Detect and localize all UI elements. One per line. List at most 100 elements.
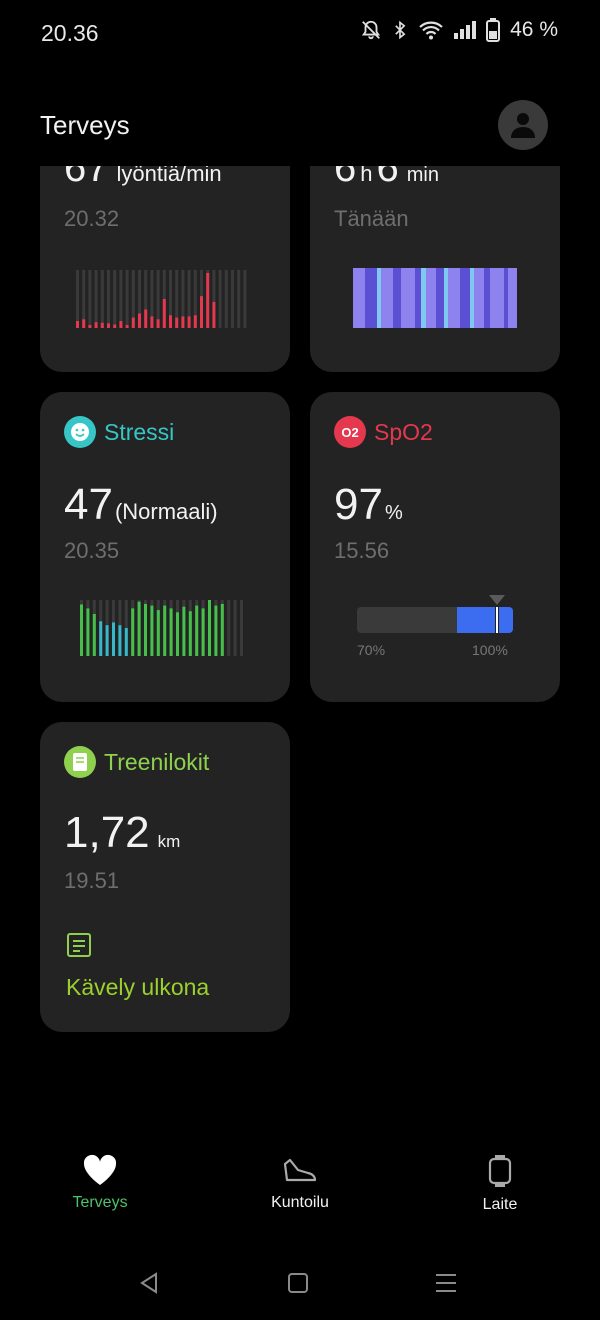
stress-bar-track	[227, 600, 231, 656]
avatar[interactable]	[498, 100, 548, 150]
cards-scroll-area[interactable]: 67 lyöntiä/min 20.32 6 h 6 min Tänään St…	[0, 166, 600, 1134]
heart-rate-bar	[138, 313, 141, 328]
stress-bar	[201, 608, 205, 656]
stress-title: Stressi	[104, 418, 175, 445]
stress-bar	[182, 606, 186, 656]
wifi-icon	[419, 21, 443, 40]
heart-icon	[83, 1154, 117, 1185]
heart-rate-bar	[131, 317, 135, 328]
workout-distance-unit: km	[157, 832, 181, 851]
stress-card[interactable]: Stressi 47 (Normaali) 20.35	[40, 392, 290, 702]
spo2-value: 97	[334, 480, 383, 529]
heart-rate-bar	[76, 321, 79, 328]
heart-rate-bar-track	[237, 270, 241, 328]
heart-rate-bar-track	[76, 270, 79, 328]
heart-rate-chart	[76, 270, 247, 328]
sleep-stage-segment	[473, 268, 484, 328]
person-icon	[511, 113, 535, 138]
oxygen-icon: O2	[334, 416, 366, 448]
heart-rate-value: 67	[64, 166, 109, 190]
sleep-minutes: 6	[376, 166, 399, 190]
sleep-stages-bar	[353, 268, 517, 328]
workout-value-row: 1,72 km	[64, 808, 180, 858]
menu-icon[interactable]	[435, 1272, 457, 1294]
sleep-stage-segment	[489, 268, 504, 328]
stress-bar	[105, 625, 109, 656]
heart-rate-bar	[193, 315, 197, 328]
nav-health[interactable]: Terveys	[30, 1154, 170, 1212]
workout-activity[interactable]: Kävely ulkona	[66, 974, 209, 1001]
heart-rate-bar-track	[243, 270, 247, 328]
stress-bar	[156, 610, 160, 656]
stress-bar	[150, 605, 154, 656]
stress-bar	[124, 628, 128, 656]
nav-fitness[interactable]: Kuntoilu	[230, 1154, 370, 1212]
heart-rate-timestamp: 20.32	[64, 206, 120, 231]
sleep-hours-unit: h	[360, 166, 373, 186]
stress-bar	[169, 608, 173, 656]
stress-bar	[112, 622, 115, 656]
stress-bar	[80, 604, 83, 656]
bluetooth-icon	[395, 20, 406, 40]
heart-rate-bar	[200, 296, 203, 328]
sleep-stage-segment	[353, 268, 365, 328]
spo2-title-row: O2 SpO2	[334, 416, 433, 448]
heart-rate-bar-track	[125, 270, 129, 328]
spo2-unit: %	[384, 502, 403, 524]
heart-rate-bar-track	[119, 270, 123, 328]
bottom-nav: Terveys Kuntoilu Laite	[0, 1134, 600, 1240]
workout-log-card[interactable]: Treenilokit 1,72 km 19.51 Kävely ulkona	[40, 722, 290, 1032]
stress-bar	[118, 625, 122, 656]
heart-rate-unit: lyöntiä/min	[116, 166, 222, 186]
back-icon[interactable]	[138, 1272, 160, 1294]
spo2-timestamp: 15.56	[334, 538, 390, 563]
stress-bar	[137, 601, 141, 656]
battery-icon	[486, 18, 501, 42]
heart-rate-bar	[206, 272, 210, 328]
heart-rate-bar	[175, 317, 179, 328]
sleep-stage-segment	[380, 268, 393, 328]
stress-bar	[195, 605, 199, 656]
notebook-icon	[64, 746, 96, 778]
heart-rate-bar-track	[100, 270, 104, 328]
sleep-stage-segment	[425, 268, 436, 328]
sleep-stage-segment	[459, 268, 470, 328]
sleep-minutes-unit: min	[406, 166, 439, 186]
workout-title-row: Treenilokit	[64, 746, 209, 778]
heart-rate-bar-track	[88, 270, 92, 328]
stress-bar	[208, 600, 211, 656]
nav-health-label: Terveys	[72, 1194, 128, 1211]
nav-device[interactable]: Laite	[430, 1154, 570, 1214]
heart-rate-bar-track	[231, 270, 234, 328]
sleep-timestamp: Tänään	[334, 206, 409, 231]
stress-bar	[163, 605, 167, 656]
stress-bar	[86, 608, 90, 656]
sleep-card[interactable]: 6 h 6 min Tänään	[310, 166, 560, 372]
battery-percent: 46 %	[510, 18, 558, 41]
stress-value: 47	[64, 480, 113, 529]
stress-bar-track	[240, 600, 243, 656]
status-time: 20.36	[41, 20, 99, 46]
heart-rate-bar	[162, 299, 166, 328]
workout-title: Treenilokit	[104, 748, 210, 775]
spo2-marker	[495, 607, 500, 633]
home-icon[interactable]	[287, 1272, 309, 1294]
page-title: Terveys	[40, 110, 130, 140]
nav-fitness-label: Kuntoilu	[271, 1194, 329, 1211]
heart-rate-card[interactable]: 67 lyöntiä/min 20.32	[40, 166, 290, 372]
stress-value-row: 47 (Normaali)	[64, 480, 218, 530]
sleep-stage-segment	[365, 268, 377, 328]
heart-rate-bar	[113, 324, 117, 328]
stress-bar	[92, 614, 96, 656]
heart-rate-bar-track	[156, 270, 160, 328]
spo2-card[interactable]: O2 SpO2 97 % 15.56 70% 100%	[310, 392, 560, 702]
heart-rate-bar	[150, 316, 154, 328]
stress-bar	[144, 603, 147, 656]
signal-icon	[454, 21, 477, 39]
heart-rate-bar	[82, 319, 86, 328]
sleep-stage-segment	[507, 268, 517, 328]
stress-bar	[188, 611, 192, 656]
stress-bar-track	[233, 600, 237, 656]
heart-rate-bar-track	[82, 270, 86, 328]
heart-rate-bar	[181, 316, 185, 328]
